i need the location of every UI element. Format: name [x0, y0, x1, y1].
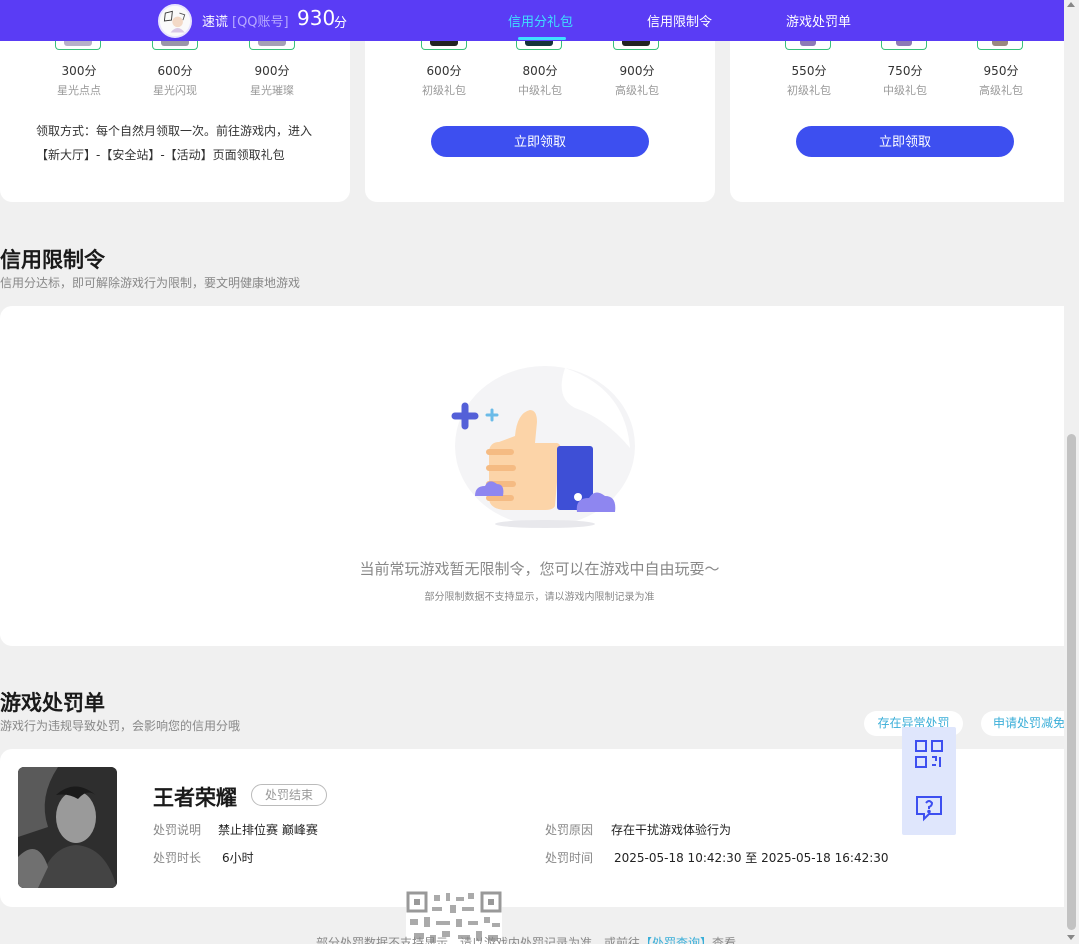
appeal-penalty-button[interactable]: 申请处罚减免	[981, 711, 1064, 736]
gift-name: 星光璀璨	[250, 84, 294, 97]
gift-points: 550分	[791, 64, 827, 78]
active-tab-indicator	[518, 37, 566, 40]
gift-points: 950分	[983, 64, 1019, 78]
qr-code-icon[interactable]	[902, 727, 956, 781]
gift-name: 高级礼包	[979, 84, 1023, 97]
penalty-duration-label: 处罚时长	[153, 851, 202, 865]
penalty-time-value: 2025-05-18 10:42:30 至 2025-05-18 16:42:3…	[614, 851, 889, 865]
penalty-reason-label: 处罚原因	[545, 823, 594, 837]
gift-points: 600分	[426, 64, 462, 78]
tab-game-penalty[interactable]: 游戏处罚单	[786, 11, 851, 30]
top-nav-bar: 速谎 [QQ账号] 930 分 信用分礼包 信用限制令 游戏处罚单	[0, 0, 1064, 41]
section-title-restriction: 信用限制令	[0, 248, 105, 272]
restriction-empty-note: 部分限制数据不支持显示，请以游戏内限制记录为准	[424, 592, 655, 603]
penalty-duration-value: 6小时	[222, 851, 254, 865]
scroll-down-icon[interactable]	[1067, 935, 1075, 940]
penalty-time-label: 处罚时间	[545, 851, 594, 865]
gift-points: 900分	[619, 64, 655, 78]
penalty-footer-note: 部分处罚数据不支持显示，请以游戏内处罚记录为准，或前往【处罚查询】查看	[316, 934, 736, 944]
tab-credit-gift[interactable]: 信用分礼包	[508, 11, 573, 30]
credit-score: 930	[297, 6, 336, 30]
game-cover-image	[18, 767, 117, 888]
section-subtitle-penalty: 游戏行为违规导致处罚，会影响您的信用分哦	[0, 719, 241, 733]
penalty-desc-label: 处罚说明	[153, 823, 202, 837]
tab-credit-restriction[interactable]: 信用限制令	[647, 11, 712, 30]
gift-name: 初级礼包	[422, 84, 466, 97]
penalty-desc-value: 禁止排位赛 巅峰赛	[218, 823, 318, 837]
gift-points: 900分	[254, 64, 290, 78]
footer-note-text: 部分处罚数据不支持显示，请以游戏内处罚记录为准，或前往	[316, 936, 641, 944]
claim-button[interactable]: 立即领取	[431, 126, 649, 157]
gift-name: 中级礼包	[518, 84, 562, 97]
credit-score-unit: 分	[334, 16, 348, 31]
penalty-reason-value: 存在干扰游戏体验行为	[611, 823, 732, 837]
floating-tools	[902, 727, 956, 835]
gift-name: 星光闪现	[153, 84, 197, 97]
gift-points: 300分	[61, 64, 97, 78]
footer-note-suffix: 查看	[712, 936, 737, 944]
section-title-penalty: 游戏处罚单	[0, 691, 105, 715]
gift-name: 初级礼包	[787, 84, 831, 97]
claim-instructions: 领取方式：每个自然月领取一次。前往游戏内，进入【新大厅】-【安全站】-【活动】页…	[36, 124, 313, 162]
thumbs-up-illustration	[451, 366, 635, 528]
restriction-empty-message: 当前常玩游戏暂无限制令，您可以在游戏中自由玩耍～	[359, 560, 720, 578]
avatar[interactable]	[158, 4, 192, 38]
section-subtitle-restriction: 信用分达标，即可解除游戏行为限制，要文明健康地游戏	[0, 276, 301, 290]
gift-points: 600分	[157, 64, 193, 78]
user-name: 速谎	[202, 15, 229, 30]
status-badge: 处罚结束	[251, 784, 328, 806]
gift-points: 750分	[887, 64, 923, 78]
penalty-query-link[interactable]: 【处罚查询】	[640, 936, 712, 944]
gift-name: 中级礼包	[883, 84, 927, 97]
feedback-question-icon[interactable]	[902, 781, 956, 835]
scroll-up-icon[interactable]	[1067, 2, 1075, 7]
gift-name: 星光点点	[57, 84, 101, 97]
gift-name: 高级礼包	[615, 84, 659, 97]
account-type: [QQ账号]	[232, 15, 289, 30]
scrollbar-thumb[interactable]	[1067, 434, 1076, 930]
claim-button[interactable]: 立即领取	[796, 126, 1014, 157]
gift-points: 800分	[522, 64, 558, 78]
game-name: 王者荣耀	[153, 786, 237, 810]
